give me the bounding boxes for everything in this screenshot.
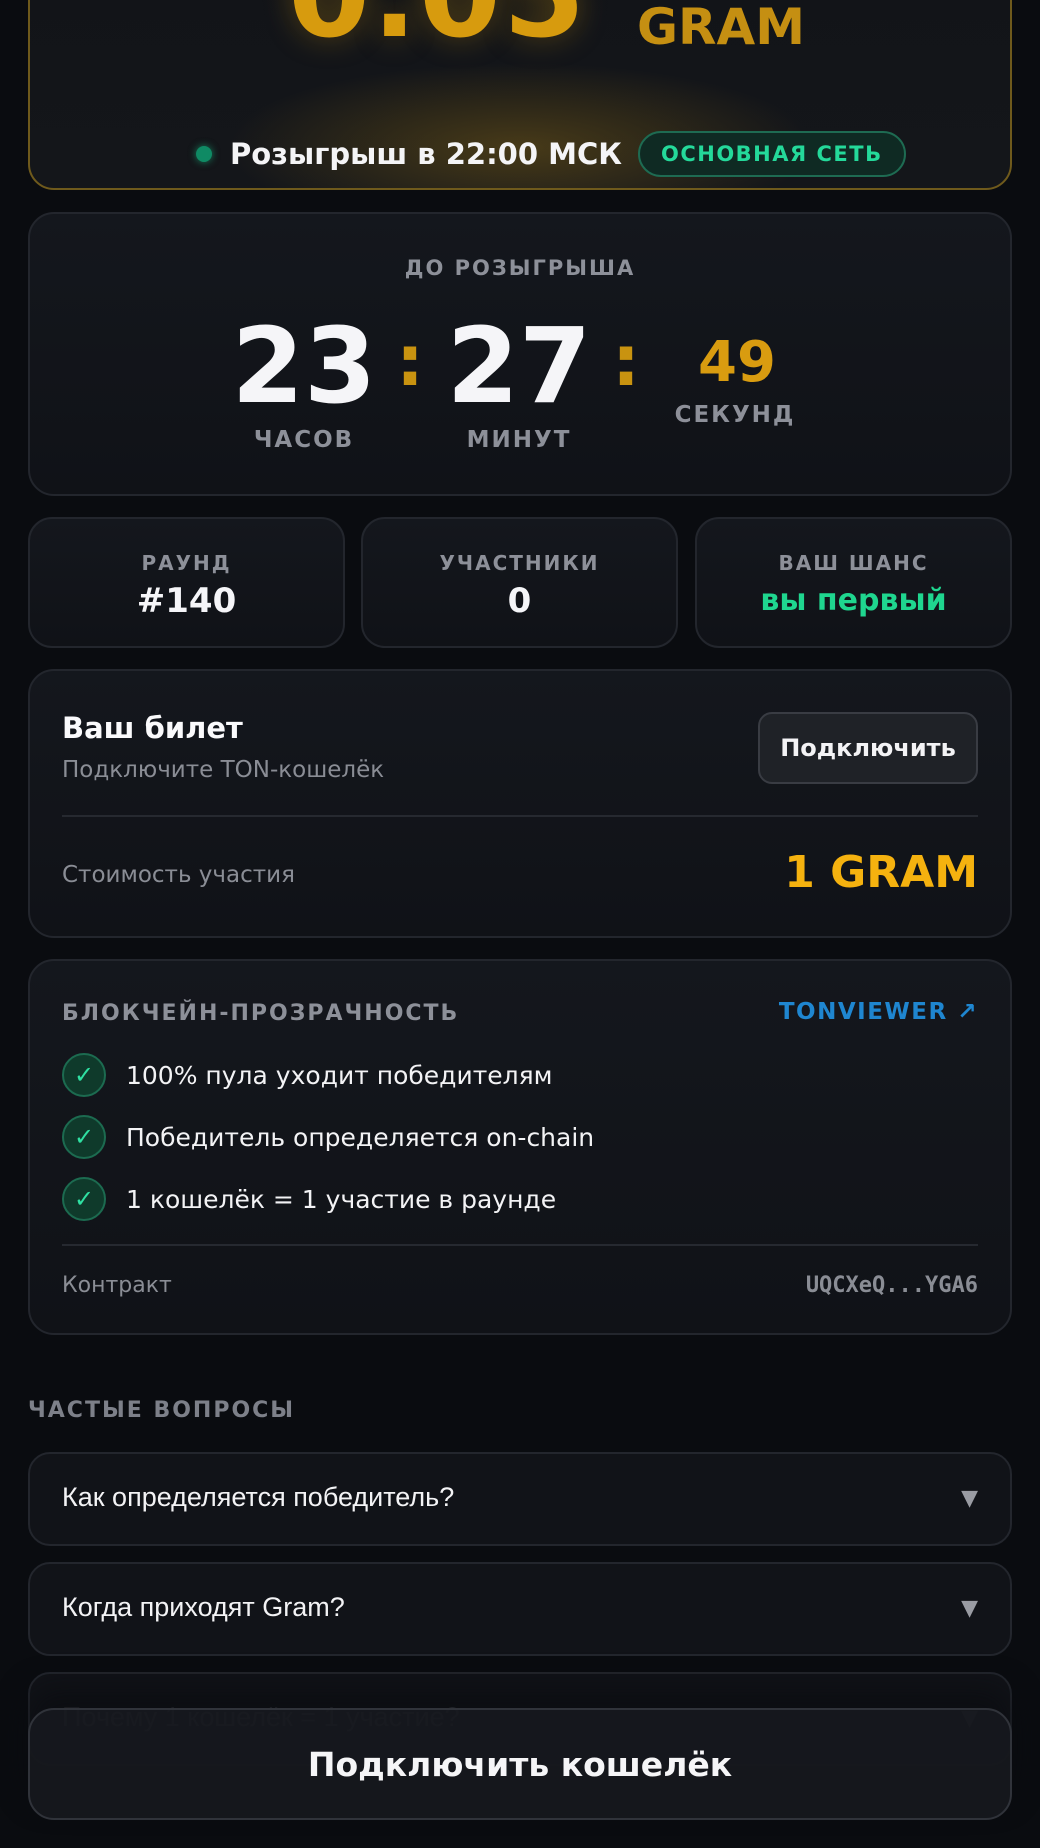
network-badge: ОСНОВНАЯ СЕТЬ (637, 131, 906, 177)
connect-wallet-button[interactable]: Подключить кошелёк (28, 1708, 1012, 1820)
transparency-item: ✓ 100% пула уходит победителям (62, 1053, 553, 1097)
faq-question: Когда приходят Gram? (62, 1592, 345, 1622)
tonviewer-link[interactable]: TONVIEWER ↗ (779, 999, 978, 1025)
transparency-item-text: Победитель определяется on-chain (126, 1122, 595, 1152)
stat-chance-label: ВАШ ШАНС (778, 551, 929, 575)
cost-value: 1 GRAM (784, 847, 978, 898)
stat-round-value: #140 (136, 581, 237, 621)
ticket-title: Ваш билет (62, 711, 243, 745)
transparency-item: ✓ 1 кошелёк = 1 участие в раунде (62, 1177, 556, 1221)
faq-item[interactable]: Как определяется победитель? ▼ (28, 1452, 1012, 1546)
divider (62, 1244, 978, 1246)
check-icon: ✓ (62, 1115, 106, 1159)
stat-round-label: РАУНД (141, 551, 232, 575)
prize-unit: GRAM (637, 0, 805, 56)
chevron-down-icon: ▼ (961, 1596, 978, 1621)
ticket-subtitle: Подключите TON-кошелёк (62, 757, 385, 783)
transparency-item: ✓ Победитель определяется on-chain (62, 1115, 594, 1159)
stat-participants-label: УЧАСТНИКИ (439, 551, 600, 575)
countdown-seconds: 49 (698, 330, 776, 395)
cost-label: Стоимость участия (62, 862, 295, 888)
countdown-separator: : (396, 320, 424, 402)
draw-info-row: Розыгрыш в 22:00 МСК ОСНОВНАЯ СЕТЬ (196, 131, 906, 177)
chevron-down-icon: ▼ (961, 1486, 978, 1511)
countdown-hours: 23 (231, 305, 377, 427)
faq-question: Как определяется победитель? (62, 1482, 455, 1512)
divider (62, 815, 978, 817)
countdown-title: ДО РОЗЫГРЫША (404, 256, 636, 280)
connect-button[interactable]: Подключить (758, 712, 978, 784)
stat-round: РАУНД #140 (28, 517, 345, 648)
countdown-minutes: 27 (446, 305, 592, 427)
stat-participants: УЧАСТНИКИ 0 (361, 517, 678, 648)
stat-chance: ВАШ ШАНС вы первый (695, 517, 1012, 648)
countdown-minutes-label: МИНУТ (466, 427, 572, 453)
stat-participants-value: 0 (507, 581, 532, 621)
countdown-hours-label: ЧАСОВ (253, 427, 355, 453)
ticket-card: Ваш билет Подключите TON-кошелёк Подключ… (28, 669, 1012, 938)
draw-time-text: Розыгрыш в 22:00 МСК (230, 137, 622, 171)
check-icon: ✓ (62, 1053, 106, 1097)
stat-chance-value: вы первый (760, 583, 947, 618)
live-status-dot-icon (196, 146, 212, 162)
faq-item[interactable]: Когда приходят Gram? ▼ (28, 1562, 1012, 1656)
contract-label: Контракт (62, 1273, 172, 1298)
countdown-separator: : (612, 320, 640, 402)
transparency-title: БЛОКЧЕЙН-ПРОЗРАЧНОСТЬ (62, 1001, 460, 1026)
contract-address[interactable]: UQCXeQ...YGA6 (806, 1273, 978, 1298)
transparency-item-text: 100% пула уходит победителям (126, 1060, 553, 1090)
transparency-item-text: 1 кошелёк = 1 участие в раунде (126, 1184, 557, 1214)
transparency-card: БЛОКЧЕЙН-ПРОЗРАЧНОСТЬ TONVIEWER ↗ ✓ 100%… (28, 959, 1012, 1335)
check-icon: ✓ (62, 1177, 106, 1221)
faq-title: ЧАСТЫЕ ВОПРОСЫ (28, 1398, 296, 1423)
prize-amount: 0.05 (288, 0, 587, 64)
countdown-seconds-label: СЕКУНД (674, 402, 796, 428)
